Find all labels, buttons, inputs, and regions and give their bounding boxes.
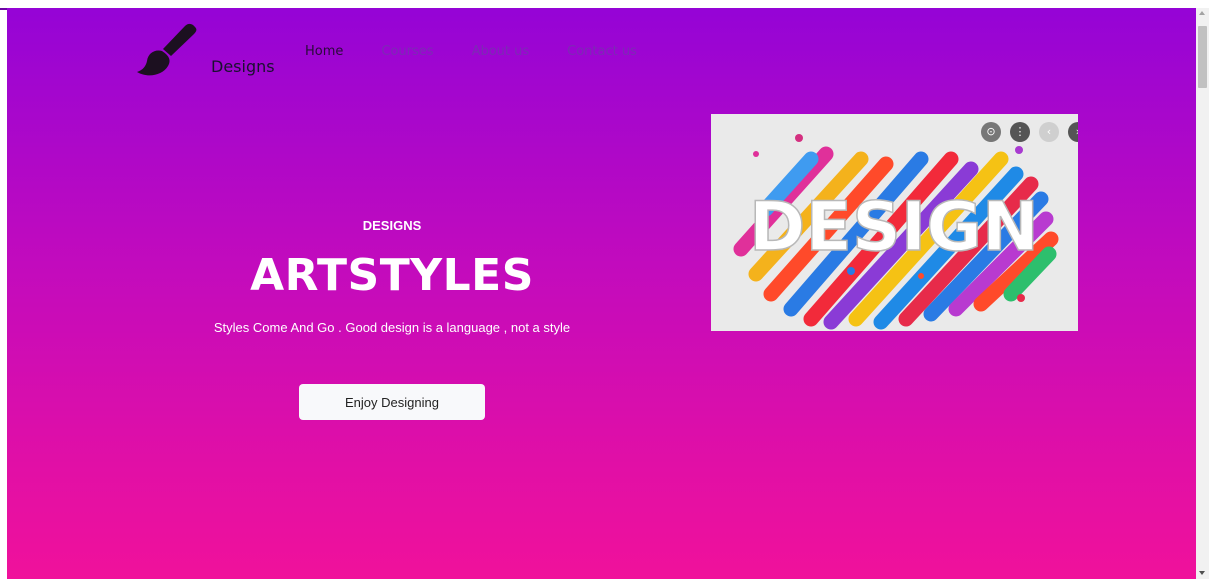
hero-kicker: DESIGNS (362, 218, 422, 233)
nav-courses[interactable]: Courses (381, 44, 433, 59)
main-nav: Home Courses About us Contact us (305, 44, 675, 59)
brand-name[interactable]: Designs (211, 57, 275, 76)
nav-contact-us[interactable]: Contact us (567, 44, 637, 59)
hero-image[interactable]: DESIGN ⊙ ⋮ ‹ › (711, 114, 1078, 331)
scroll-up-icon[interactable] (1199, 11, 1205, 15)
nav-about-us[interactable]: About us (472, 44, 530, 59)
lens-icon[interactable]: ⊙ (981, 122, 1001, 142)
enjoy-designing-button[interactable]: Enjoy Designing (299, 384, 485, 420)
vertical-scrollbar[interactable] (1196, 8, 1209, 579)
more-vert-icon[interactable]: ⋮ (1010, 122, 1030, 142)
hero-title: ARTSTYLES (250, 250, 534, 301)
chevron-left-icon[interactable]: ‹ (1039, 122, 1059, 142)
scroll-thumb[interactable] (1198, 26, 1207, 88)
design-word: DESIGN (749, 188, 1039, 267)
page-viewport: Designs Home Courses About us Contact us… (7, 8, 1196, 579)
hero-subtitle: Styles Come And Go . Good design is a la… (213, 320, 571, 335)
nav-home[interactable]: Home (305, 44, 343, 59)
paintbrush-icon (137, 23, 197, 76)
scroll-down-icon[interactable] (1199, 571, 1205, 575)
design-artwork: DESIGN (711, 114, 1078, 331)
